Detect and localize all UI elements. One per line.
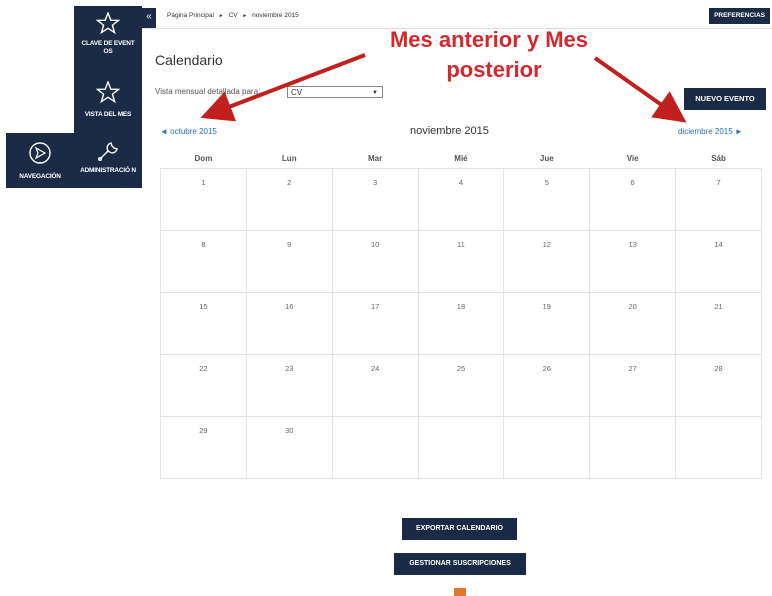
calendar-week-row: 15 16 17 18 19 20 21: [160, 292, 762, 355]
breadcrumb-home-link[interactable]: Página Principal: [167, 12, 214, 19]
annotation-arrow-left: [200, 53, 366, 122]
export-calendar-button[interactable]: EXPORTAR CALENDARIO: [402, 518, 517, 540]
weekday-header: Lun: [281, 153, 297, 163]
preferences-button[interactable]: PREFERENCIAS: [709, 8, 770, 24]
calendar-day-cell[interactable]: 30: [245, 416, 333, 479]
weekday-header: Mié: [454, 153, 468, 163]
calendar-day-cell[interactable]: 8: [160, 230, 247, 293]
calendar-day-cell[interactable]: 13: [589, 230, 677, 293]
calendar-empty-cell: [589, 416, 677, 479]
calendar-day-cell[interactable]: 24: [331, 354, 419, 417]
sidebar-item-navigation[interactable]: NAVEGACIÓN: [6, 133, 74, 188]
calendar-day-cell[interactable]: 16: [245, 292, 333, 355]
weekday-header: Dom: [194, 153, 213, 163]
course-select-value: CV: [291, 88, 303, 97]
weekday-header: Jue: [539, 153, 554, 163]
calendar-day-cell[interactable]: 10: [331, 230, 419, 293]
breadcrumb: Página Principal ► CV ► noviembre 2015: [167, 12, 299, 19]
calendar-week-row: 8 9 10 11 12 13 14: [160, 230, 762, 293]
calendar-empty-cell: [331, 416, 419, 479]
calendar-day-cell[interactable]: 14: [675, 230, 762, 293]
calendar-day-cell[interactable]: 5: [503, 168, 591, 231]
calendar-day-cell[interactable]: 9: [245, 230, 333, 293]
calendar-empty-cell: [503, 416, 591, 479]
calendar-week-row: 1234567: [160, 168, 762, 231]
calendar-day-cell[interactable]: 20: [589, 292, 677, 355]
breadcrumb-separator: ►: [242, 13, 248, 19]
sidebar-item-label: CLAVE DE EVENT OS: [81, 40, 135, 55]
sidebar-item-month-view[interactable]: VISTA DEL MES: [74, 71, 142, 133]
collapse-sidebar-button[interactable]: «: [142, 8, 156, 28]
calendar-day-cell[interactable]: 2: [245, 168, 333, 231]
calendar-day-cell[interactable]: 23: [245, 354, 333, 417]
view-label: Vista mensual detallada para:: [155, 87, 261, 96]
calendar-week-row: 29 30: [160, 416, 762, 479]
calendar-day-cell[interactable]: 28: [675, 354, 762, 417]
calendar-day-cell[interactable]: 3: [331, 168, 419, 231]
orange-icon: [454, 588, 466, 596]
breadcrumb-course-link[interactable]: CV: [229, 12, 238, 19]
calendar-day-cell[interactable]: 25: [417, 354, 505, 417]
calendar-day-cell[interactable]: 18: [417, 292, 505, 355]
breadcrumb-separator: ►: [218, 13, 224, 19]
manage-subscriptions-button[interactable]: GESTIONAR SUSCRIPCIONES: [394, 553, 526, 575]
wrench-icon: [98, 142, 118, 161]
calendar-empty-cell: [417, 416, 505, 479]
annotation-line-1: Mes anterior y Mes: [389, 27, 589, 52]
calendar-day-cell[interactable]: 6: [589, 168, 677, 231]
weekday-header: Mar: [367, 153, 383, 163]
new-event-button[interactable]: NUEVO EVENTO: [684, 88, 766, 110]
calendar-day-cell[interactable]: 4: [417, 168, 505, 231]
calendar-day-cell[interactable]: 11: [417, 230, 505, 293]
calendar-week-row: 22 23 24 25 26 27 28: [160, 354, 762, 417]
calendar-day-cell[interactable]: 1: [160, 168, 247, 231]
previous-month-link[interactable]: ◄ octubre 2015: [160, 127, 217, 136]
annotation-text: Mes anterior y Mes posterior: [355, 25, 623, 85]
weekday-header: Sáb: [711, 153, 726, 163]
sidebar-item-administration[interactable]: ADMINISTRACIÓ N: [74, 133, 142, 188]
course-select[interactable]: CV ▼: [287, 86, 383, 98]
calendar-day-cell[interactable]: 19: [503, 292, 591, 355]
next-month-link[interactable]: diciembre 2015 ►: [678, 127, 743, 136]
sidebar-item-label: ADMINISTRACIÓ N: [80, 167, 136, 174]
calendar-day-cell[interactable]: 22: [160, 354, 247, 417]
calendar-day-cell[interactable]: 12: [503, 230, 591, 293]
sidebar-item-event-key[interactable]: CLAVE DE EVENT OS: [74, 6, 142, 71]
calendar-day-cell[interactable]: 26: [503, 354, 591, 417]
page-title: Calendario: [155, 52, 223, 68]
current-month-title: noviembre 2015: [410, 125, 489, 137]
sidebar-item-label: VISTA DEL MES: [84, 111, 132, 118]
calendar-day-cell[interactable]: 27: [589, 354, 677, 417]
calendar-day-cell[interactable]: 15: [160, 292, 247, 355]
breadcrumb-current: noviembre 2015: [252, 12, 299, 19]
star-icon: [96, 12, 120, 34]
star-icon: [96, 81, 120, 103]
calendar-day-cell[interactable]: 7: [675, 168, 762, 231]
navigation-icon: [29, 142, 51, 164]
calendar-day-cell[interactable]: 21: [675, 292, 762, 355]
sidebar-item-label: NAVEGACIÓN: [19, 173, 61, 180]
calendar-day-cell[interactable]: 29: [160, 416, 247, 479]
calendar-empty-cell: [675, 416, 762, 479]
weekday-header: Vie: [626, 153, 639, 163]
annotation-line-2: posterior: [446, 57, 542, 82]
calendar-day-cell[interactable]: 17: [331, 292, 419, 355]
chevron-down-icon: ▼: [372, 90, 378, 96]
calendar-grid: Dom Lun Mar Mié Jue Vie Sáb 1 2 3 4 5 6 7 8 9 10 11 12 13 1…: [160, 148, 762, 479]
